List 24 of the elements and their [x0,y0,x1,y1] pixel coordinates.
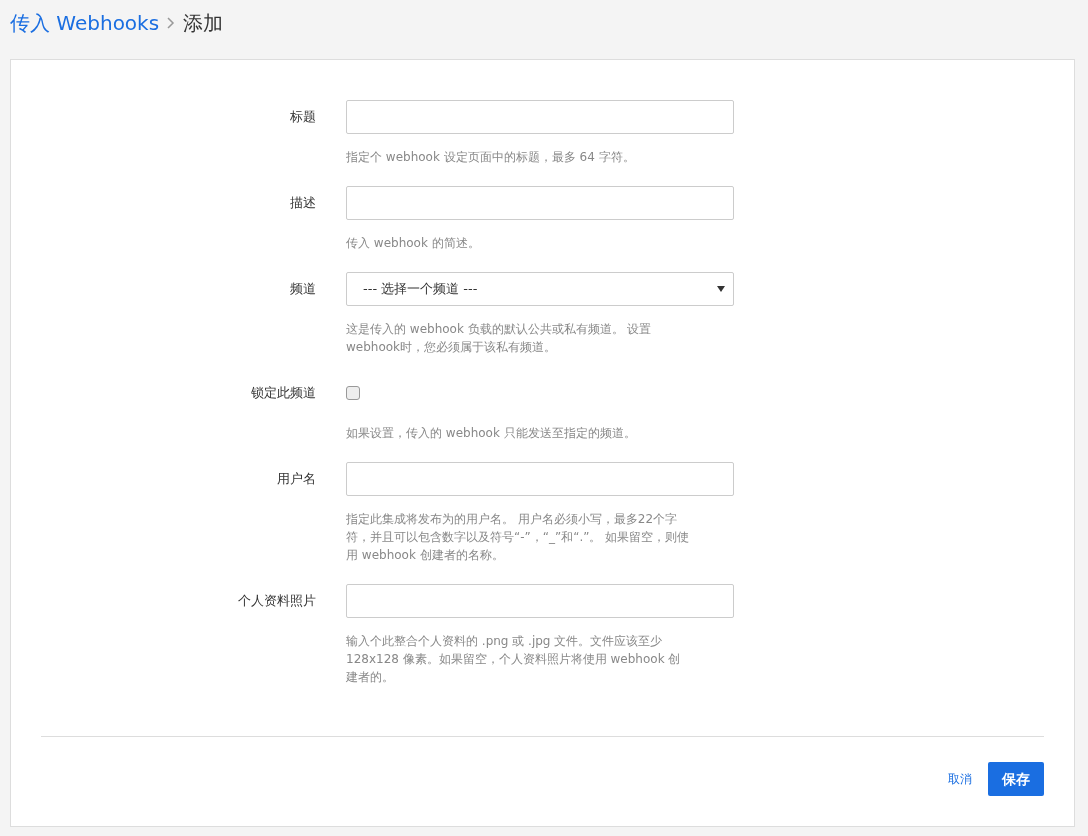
checkbox[interactable] [346,386,360,400]
field-label: 描述 [290,194,316,213]
help-text: 如果设置，传入的 webhook 只能发送至指定的频道。 [346,425,637,442]
breadcrumb-link[interactable]: 传入 Webhooks [10,7,160,38]
text-field[interactable] [346,584,734,618]
field-label: 个人资料照片 [238,592,316,611]
field-label: 标题 [290,108,316,127]
cancel-link[interactable]: 取消 [944,770,976,788]
chevron-right-icon [167,16,176,29]
help-text: 传入 webhook 的简述。 [346,235,481,252]
page-title: 添加 [183,9,224,37]
help-text: 这是传入的 webhook 负载的默认公共或私有频道。 设置 webhook时，您必须属于该私有频道。 [346,321,653,356]
save-button[interactable]: 保存 [988,762,1044,796]
help-text: 指定此集成将发布为的用户名。 用户名必须小写，最多22个字符，并且可以包含数字以及符号“-”，“_”和“.”。 如果留空，则使用 webhook 创建者的名称。 [346,511,691,564]
help-text: 输入个此整合个人资料的 .png 或 .jpg 文件。文件应该至少 128x128 像素。如果留空，个人资料照片将使用 webhook 创建者的。 [346,633,682,686]
text-field[interactable] [346,100,734,134]
field-label: 锁定此频道 [251,384,316,403]
text-field[interactable] [346,462,734,496]
text-field[interactable] [346,186,734,220]
help-text: 指定个 webhook 设定页面中的标题，最多 64 字符。 [346,149,636,166]
channel-dropdown[interactable]: --- 选择一个频道 --- [346,272,734,306]
caret-icon [717,286,725,292]
field-label: 用户名 [277,470,316,489]
field-label: 频道 [290,280,316,299]
